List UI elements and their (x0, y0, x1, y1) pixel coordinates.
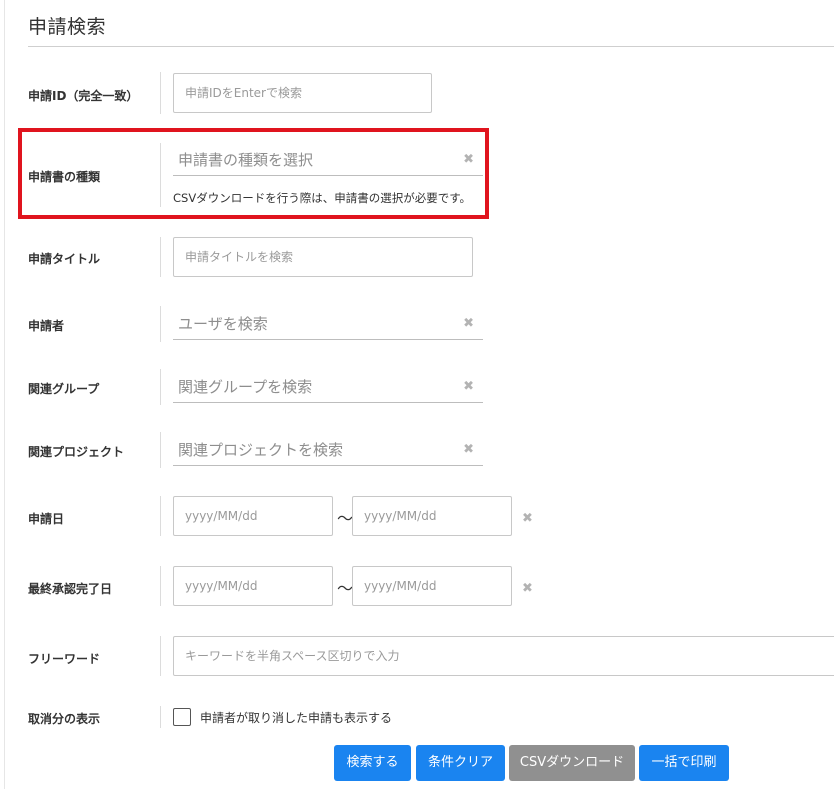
highlight-box (18, 128, 489, 219)
csv-download-button[interactable]: CSVダウンロード (509, 745, 635, 781)
label-free-word: フリーワード (28, 652, 101, 666)
clear-icon[interactable]: ✖ (463, 317, 474, 330)
show-cancelled-checkbox[interactable] (173, 708, 191, 726)
applicant-placeholder: ユーザを検索 (178, 315, 268, 333)
label-group: 関連グループ (28, 382, 100, 396)
field-divider (160, 566, 161, 606)
clear-icon[interactable]: ✖ (463, 380, 474, 393)
apply-date-to-placeholder: yyyy/MM/dd (364, 509, 437, 523)
label-title: 申請タイトル (28, 252, 101, 266)
search-button[interactable]: 検索する (334, 745, 411, 781)
label-application-id: 申請ID（完全一致） (28, 89, 139, 103)
applicant-select[interactable]: ユーザを検索 ✖ (173, 306, 483, 340)
label-show-cancelled: 取消分の表示 (28, 712, 101, 726)
final-approval-date-to-input[interactable]: yyyy/MM/dd (352, 566, 512, 606)
label-project: 関連プロジェクト (28, 445, 125, 459)
group-placeholder: 関連グループを検索 (178, 378, 313, 396)
date-range-separator: 〜 (337, 509, 354, 528)
final-approval-date-to-placeholder: yyyy/MM/dd (364, 579, 437, 593)
date-range-separator: 〜 (337, 579, 354, 598)
apply-date-from-input[interactable]: yyyy/MM/dd (173, 496, 333, 536)
field-divider (160, 432, 161, 468)
free-word-placeholder: キーワードを半角スペース区切りで入力 (185, 649, 400, 663)
field-divider (160, 369, 161, 405)
label-final-approval-date: 最終承認完了日 (28, 582, 113, 596)
project-select[interactable]: 関連プロジェクトを検索 ✖ (173, 432, 483, 466)
field-divider (160, 306, 161, 342)
clear-icon[interactable]: ✖ (522, 582, 533, 595)
application-id-placeholder: 申請IDをEnterで検索 (185, 86, 302, 100)
clear-icon[interactable]: ✖ (463, 443, 474, 456)
field-divider (160, 496, 161, 536)
title-search-placeholder: 申請タイトルを検索 (185, 250, 294, 264)
label-applicant: 申請者 (28, 319, 65, 333)
title-search-input[interactable]: 申請タイトルを検索 (173, 237, 473, 277)
clear-conditions-button[interactable]: 条件クリア (416, 745, 505, 781)
project-placeholder: 関連プロジェクトを検索 (178, 441, 344, 459)
clear-icon[interactable]: ✖ (522, 512, 533, 525)
apply-date-from-placeholder: yyyy/MM/dd (185, 509, 258, 523)
group-select[interactable]: 関連グループを検索 ✖ (173, 369, 483, 403)
label-apply-date: 申請日 (28, 512, 65, 526)
show-cancelled-label[interactable]: 申請者が取り消した申請も表示する (200, 709, 392, 726)
final-approval-date-from-input[interactable]: yyyy/MM/dd (173, 566, 333, 606)
apply-date-to-input[interactable]: yyyy/MM/dd (352, 496, 512, 536)
application-id-input[interactable]: 申請IDをEnterで検索 (173, 73, 432, 113)
bulk-print-button[interactable]: 一括で印刷 (639, 745, 729, 781)
field-divider (160, 237, 161, 277)
field-divider (160, 72, 161, 114)
content-left-border (4, 0, 5, 789)
field-divider (160, 636, 161, 676)
field-divider (160, 706, 161, 728)
free-word-input[interactable]: キーワードを半角スペース区切りで入力 (173, 636, 834, 676)
final-approval-date-from-placeholder: yyyy/MM/dd (185, 579, 258, 593)
page-title: 申請検索 (28, 16, 107, 38)
title-divider (28, 46, 834, 47)
